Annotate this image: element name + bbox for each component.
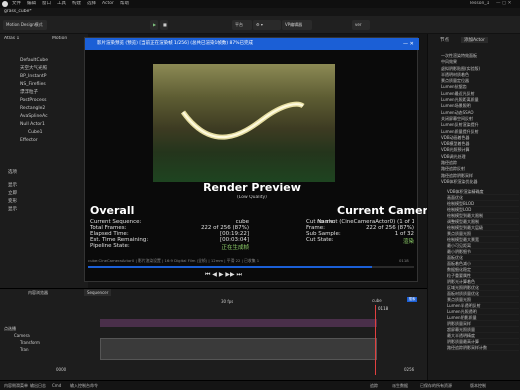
menu-actor[interactable]: Actor (102, 1, 114, 7)
saved-assets[interactable]: 已保存的所有资源 (420, 382, 452, 390)
render-preview-dialog: 影片渲染预览 (预览) [当前正在渲染帧 1/256] (总共已渲染1帧数) 8… (84, 37, 460, 282)
search-input[interactable]: ver (352, 20, 370, 30)
output-log[interactable]: 输出日志 (30, 382, 46, 390)
cvar-list-2: VDB体积渲染精确度 画面优化 绘制模型BLOD 绘制模型LOD 绘制模型到最大… (447, 189, 519, 351)
project-tab[interactable]: lesson_1 (470, 1, 489, 7)
project-name: grass_cube* (4, 9, 32, 14)
menu-build[interactable]: 构建 (72, 1, 81, 7)
atlas-tab[interactable]: Atlas 1 (4, 36, 19, 41)
add-actor-button[interactable]: 添加Actor (461, 37, 488, 43)
unreal-logo-icon[interactable] (2, 1, 8, 7)
outliner-item[interactable]: 天空大气光照 (20, 65, 82, 73)
track-bar-transform[interactable] (100, 338, 377, 360)
outliner-item[interactable]: Null Actor1 (20, 121, 82, 129)
console-input[interactable]: 输入控制台命令 (70, 382, 98, 390)
outliner-item[interactable]: BP_InstantP (20, 73, 82, 81)
content-drawer[interactable]: 内容侧滑菜单 (4, 382, 28, 390)
start-frame[interactable]: 0000 (56, 367, 66, 372)
platform-dropdown[interactable]: 平台 (232, 20, 252, 30)
outliner-item[interactable]: 漂浮粒子 (20, 89, 82, 97)
current-frame: 0118 (378, 306, 389, 311)
window-controls[interactable]: — ▢ ✕ (496, 1, 511, 7)
track-bar-camera[interactable] (100, 319, 377, 327)
motion-tab[interactable]: Motion (52, 36, 67, 41)
overall-heading: Overall (90, 204, 135, 217)
track-label[interactable]: Transform (4, 339, 94, 346)
outliner-item[interactable]: Rectangle2 (20, 105, 82, 113)
transport-controls[interactable]: ⏮ ◀ ▶ ▶▶ ⏭ (205, 271, 242, 279)
outliner-item[interactable]: PostProcess (20, 97, 82, 105)
mode-dropdown[interactable]: Motion Design模式 (3, 20, 47, 30)
tab-sequencer[interactable]: Sequencer (84, 289, 112, 296)
cut-state: 渲染 (402, 239, 414, 245)
dialog-title: 影片渲染预览 (预览) [当前正在渲染帧 1/256] (总共已渲染1帧数) 8… (85, 38, 419, 50)
menu-bar: 文件 编辑 窗口 工具 构建 选择 Actor 帮助 lesson_1 — ▢ … (0, 0, 520, 8)
tab-content-browser[interactable]: 内容浏览器 (25, 289, 51, 296)
outliner-item[interactable]: NS_Fireflies (20, 81, 82, 89)
menu-help[interactable]: 帮助 (120, 1, 129, 7)
details-item[interactable]: 变形 (8, 198, 17, 206)
derived-data[interactable]: 派生数据 (392, 382, 408, 390)
menu-tools[interactable]: 工具 (57, 1, 66, 7)
vp-editor-dropdown[interactable]: VP编辑器 (282, 20, 312, 30)
menu-select[interactable]: 选择 (87, 1, 96, 7)
end-frame[interactable]: 0256 (404, 367, 414, 372)
progress-bar (88, 266, 414, 268)
render-title: Render Preview (203, 181, 301, 194)
trace-button[interactable]: 追踪 (370, 382, 378, 390)
render-subtitle: (Low Quality) (237, 195, 267, 200)
cmd-dropdown[interactable]: Cmd (52, 382, 61, 390)
dialog-close-icon[interactable]: — ✕ (403, 39, 417, 49)
dialog-footer: cube:CineCameraActor0 | 影片渲染设置 | 16:9 Di… (88, 258, 260, 263)
playhead[interactable] (375, 305, 376, 375)
outliner-panel: Atlas 1 Motion DefaultCube 天空大气光照 BP_Ins… (0, 34, 88, 288)
fps-dropdown[interactable]: 30 fps (221, 299, 233, 304)
light-ribbon-icon (180, 101, 305, 140)
list-item[interactable]: 路径追踪阴影采样计数 (447, 345, 519, 351)
details-item[interactable]: 立即 (8, 190, 17, 198)
details-title: 选项 (8, 170, 17, 175)
source-control[interactable]: 版本控制 (470, 382, 486, 390)
track-label[interactable]: 点选播 (4, 325, 94, 332)
cvar-list: 一次性渲染特效面板 中风效果 虚拟阴影贴图(实验版) 半透明材质着色 景点质量定… (441, 53, 519, 185)
track-label[interactable]: Tran (4, 346, 94, 353)
outliner-item[interactable]: Cube1 (20, 129, 82, 137)
outliner-item[interactable]: Effector (20, 137, 82, 145)
play-button[interactable]: ▶ (150, 20, 158, 30)
outliner-item[interactable]: AvaSplineAc (20, 113, 82, 121)
settings-button[interactable]: ⚙ ▾ (253, 20, 281, 30)
menu-window[interactable]: 窗口 (42, 1, 51, 7)
details-item[interactable]: 显示 (8, 182, 17, 190)
main-toolbar: Motion Design模式 ▶ ■ 平台 ⚙ ▾ VP编辑器 ver (0, 16, 520, 34)
track-label[interactable]: Camera (4, 332, 94, 339)
sequencer-search-button[interactable]: 搜索 (407, 297, 417, 302)
status-bar: 内容侧滑菜单 输出日志 Cmd 输入控制台命令 追踪 派生数据 已保存的所有资源… (0, 380, 520, 390)
dialog-footer-frame: 0118 (399, 258, 409, 263)
stop-button[interactable]: ■ (160, 20, 168, 30)
menu-file[interactable]: 文件 (12, 1, 21, 7)
render-preview-image (153, 64, 335, 182)
right-panel-title: 节点 (440, 38, 449, 43)
menu-edit[interactable]: 编辑 (27, 1, 36, 7)
sequence-name: cube (372, 298, 382, 303)
pipeline-state: 正在生成帧 (221, 245, 249, 251)
details-item[interactable]: 显示 (8, 206, 17, 214)
outliner-item[interactable]: DefaultCube (20, 57, 82, 65)
list-item[interactable]: VDB体积渲染优化器 (441, 179, 519, 185)
